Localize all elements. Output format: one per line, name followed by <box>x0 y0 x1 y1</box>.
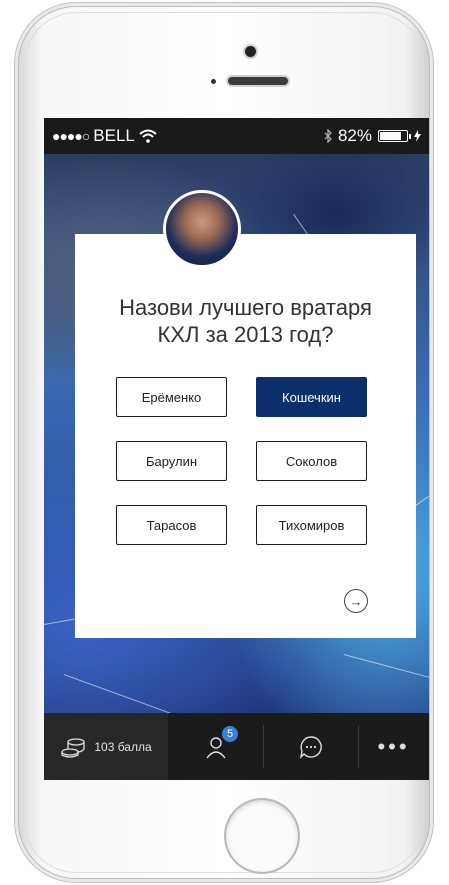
question-line-1: Назови лучшего вратаря <box>119 295 372 320</box>
option-button[interactable]: Ерёменко <box>116 377 227 417</box>
quiz-card: Назови лучшего вратаря КХЛ за 2013 год? … <box>75 234 416 638</box>
arrow-right-icon: → <box>349 593 363 609</box>
option-button[interactable]: Тихомиров <box>256 505 367 545</box>
option-button[interactable]: Тарасов <box>116 505 227 545</box>
question-line-2: КХЛ за 2013 год? <box>157 322 334 347</box>
status-bar: ●●●●○ BELL 82% <box>44 118 429 154</box>
carrier-name: BELL <box>93 126 135 145</box>
bluetooth-icon <box>324 129 332 143</box>
battery-percent: 82% <box>337 126 372 145</box>
tab-divider <box>358 725 359 768</box>
home-button[interactable] <box>226 800 298 872</box>
tab-points[interactable]: 103 балла <box>44 713 168 780</box>
chat-bubble-icon <box>299 735 322 759</box>
charging-bolt-icon <box>414 130 421 142</box>
option-button[interactable]: Барулин <box>116 441 227 481</box>
tab-chat[interactable] <box>263 713 358 780</box>
notification-badge: 5 <box>222 726 238 742</box>
tab-friends[interactable]: 5 <box>168 713 263 780</box>
earpiece-speaker <box>228 77 288 85</box>
tab-more[interactable]: ••• <box>358 713 429 780</box>
next-arrow-button[interactable]: → <box>344 589 368 613</box>
battery-icon <box>378 130 411 142</box>
player-avatar <box>163 190 241 268</box>
option-button[interactable]: Соколов <box>256 441 367 481</box>
option-button-selected[interactable]: Кошечкин <box>256 377 367 417</box>
tab-divider <box>263 725 264 768</box>
more-dots-icon: ••• <box>377 733 410 759</box>
coins-icon <box>61 737 85 758</box>
front-camera <box>245 46 256 57</box>
proximity-sensor <box>211 79 216 84</box>
points-label: 103 балла <box>94 739 152 754</box>
signal-strength-icon: ●●●●○ <box>52 128 90 144</box>
question-text: Назови лучшего вратаря КХЛ за 2013 год? <box>75 294 416 348</box>
wifi-icon <box>139 129 157 143</box>
tab-bar: 103 балла 5 ••• <box>44 713 429 780</box>
